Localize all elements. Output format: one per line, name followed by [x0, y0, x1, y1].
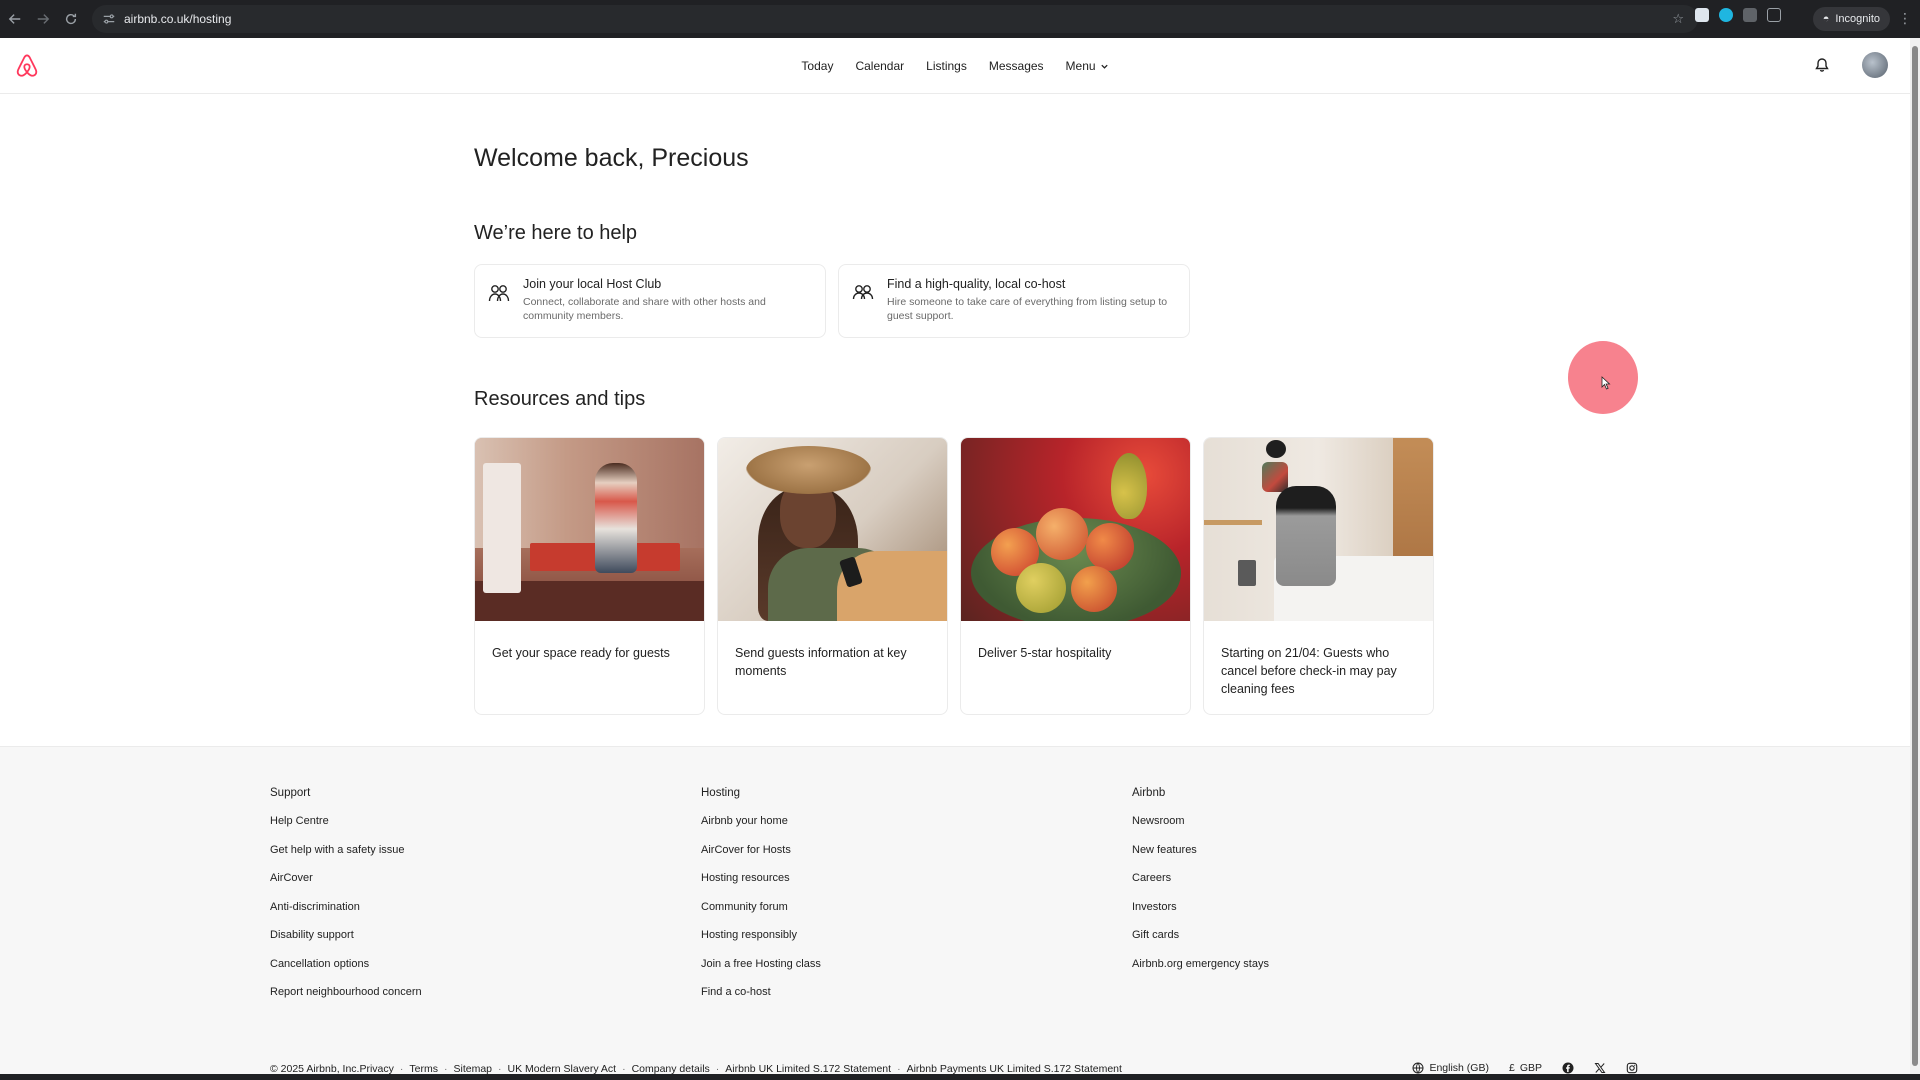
window-bottom-edge	[0, 1074, 1920, 1080]
footer-heading: Hosting	[701, 787, 740, 799]
globe-icon	[1412, 1062, 1424, 1074]
site-footer: Support Help Centre Get help with a safe…	[0, 746, 1910, 1080]
footer-link[interactable]: Find a co-host	[701, 986, 821, 1015]
resource-image-space-ready	[475, 438, 704, 621]
footer-column-airbnb: Airbnb Newsroom New features Careers Inv…	[1132, 787, 1269, 986]
footer-link[interactable]: Join a free Hosting class	[701, 958, 821, 987]
resource-image-hospitality	[961, 438, 1190, 621]
scrollbar-thumb[interactable]	[1912, 46, 1918, 1066]
top-navigation: Today Calendar Listings Messages Menu	[0, 38, 1910, 94]
footer-link[interactable]: Hosting resources	[701, 872, 821, 901]
forward-button[interactable]	[30, 6, 56, 32]
language-label: English (GB)	[1429, 1062, 1489, 1074]
resources-section-title: Resources and tips	[474, 388, 646, 410]
footer-link[interactable]: Hosting responsibly	[701, 929, 821, 958]
resource-label: Send guests information at key moments	[735, 646, 907, 678]
footer-heading: Support	[270, 787, 311, 799]
host-club-description: Connect, collaborate and share with othe…	[523, 296, 766, 322]
extension-shield-icon[interactable]	[1695, 8, 1709, 22]
resource-card-guest-info[interactable]: Send guests information at key moments	[717, 437, 948, 715]
nav-messages[interactable]: Messages	[978, 59, 1055, 73]
page-title: Welcome back, Precious	[474, 144, 749, 172]
resource-label: Deliver 5-star hospitality	[978, 646, 1112, 660]
extensions-menu-icon[interactable]	[1767, 8, 1781, 22]
site-settings-icon[interactable]	[102, 12, 116, 26]
footer-link[interactable]: Investors	[1132, 901, 1269, 930]
x-twitter-icon[interactable]	[1594, 1062, 1606, 1074]
back-button[interactable]	[2, 6, 28, 32]
co-host-title: Find a high-quality, local co-host	[887, 277, 1066, 291]
reload-icon	[65, 13, 77, 25]
address-bar[interactable]: airbnb.co.uk/hosting ☆	[92, 5, 1698, 33]
footer-link[interactable]: AirCover	[270, 872, 422, 901]
footer-link[interactable]: New features	[1132, 844, 1269, 873]
url-text[interactable]: airbnb.co.uk/hosting	[124, 12, 231, 26]
incognito-icon: ◓	[1822, 13, 1830, 25]
co-host-card[interactable]: Find a high-quality, local co-host Hire …	[838, 264, 1190, 338]
currency-label: GBP	[1519, 1062, 1542, 1074]
footer-link[interactable]: Get help with a safety issue	[270, 844, 422, 873]
footer-column-hosting: Hosting Airbnb your home AirCover for Ho…	[701, 787, 821, 1015]
people-group-icon	[488, 285, 510, 302]
incognito-label: Incognito	[1835, 13, 1880, 25]
footer-link[interactable]: Report neighbourhood concern	[270, 986, 422, 1015]
notifications-bell-icon[interactable]	[1814, 57, 1830, 73]
nav-today[interactable]: Today	[790, 59, 844, 73]
chevron-down-icon	[1100, 64, 1108, 69]
resource-card-hospitality[interactable]: Deliver 5-star hospitality	[960, 437, 1191, 715]
footer-link[interactable]: Airbnb your home	[701, 815, 821, 844]
footer-link[interactable]: Newsroom	[1132, 815, 1269, 844]
resource-image-cleaning-fees	[1204, 438, 1433, 621]
people-pair-icon	[852, 285, 874, 300]
nav-calendar[interactable]: Calendar	[844, 59, 915, 73]
language-selector[interactable]: English (GB)	[1412, 1062, 1489, 1074]
footer-link[interactable]: Community forum	[701, 901, 821, 930]
nav-menu-label: Menu	[1065, 59, 1096, 73]
footer-link[interactable]: AirCover for Hosts	[701, 844, 821, 873]
resource-image-guest-info	[718, 438, 947, 621]
host-club-card[interactable]: Join your local Host Club Connect, colla…	[474, 264, 826, 338]
extension-globe-icon[interactable]	[1719, 8, 1733, 22]
footer-link[interactable]: Cancellation options	[270, 958, 422, 987]
site-header: Today Calendar Listings Messages Menu	[0, 38, 1910, 94]
currency-symbol: £	[1508, 1062, 1515, 1074]
resource-card-space-ready[interactable]: Get your space ready for guests	[474, 437, 705, 715]
extension-puzzle-icon[interactable]	[1743, 8, 1757, 22]
host-club-title: Join your local Host Club	[523, 277, 662, 291]
cursor-highlight	[1568, 341, 1638, 414]
nav-listings[interactable]: Listings	[915, 59, 978, 73]
vertical-scrollbar[interactable]	[1910, 38, 1920, 1074]
facebook-icon[interactable]	[1562, 1062, 1574, 1074]
bookmark-star-icon[interactable]: ☆	[1672, 11, 1684, 27]
footer-column-support: Support Help Centre Get help with a safe…	[270, 787, 422, 1015]
footer-heading: Airbnb	[1132, 787, 1166, 799]
profile-avatar[interactable]	[1862, 52, 1888, 78]
reload-button[interactable]	[58, 6, 84, 32]
extensions-area	[1695, 8, 1781, 22]
help-section-title: We’re here to help	[474, 222, 638, 244]
mouse-pointer-icon	[1601, 376, 1611, 390]
resource-card-cleaning-fees[interactable]: Starting on 21/04: Guests who cancel bef…	[1203, 437, 1434, 715]
footer-link[interactable]: Careers	[1132, 872, 1269, 901]
browser-toolbar: airbnb.co.uk/hosting ☆ ◓ Incognito ⋮	[0, 0, 1920, 38]
footer-link[interactable]: Anti-discrimination	[270, 901, 422, 930]
footer-link[interactable]: Gift cards	[1132, 929, 1269, 958]
incognito-badge[interactable]: ◓ Incognito	[1812, 7, 1890, 31]
resource-label: Starting on 21/04: Guests who cancel bef…	[1221, 646, 1397, 696]
footer-link[interactable]: Airbnb.org emergency stays	[1132, 958, 1269, 987]
footer-link[interactable]: Help Centre	[270, 815, 422, 844]
resource-label: Get your space ready for guests	[492, 646, 670, 660]
arrow-left-icon	[8, 14, 21, 24]
arrow-right-icon	[37, 14, 50, 24]
footer-locale-social: English (GB) £ GBP	[1412, 1062, 1638, 1074]
currency-selector[interactable]: £ GBP	[1509, 1062, 1542, 1074]
footer-link[interactable]: Disability support	[270, 929, 422, 958]
instagram-icon[interactable]	[1626, 1062, 1638, 1074]
nav-menu[interactable]: Menu	[1055, 59, 1120, 73]
co-host-description: Hire someone to take care of everything …	[887, 296, 1168, 322]
browser-menu-icon[interactable]: ⋮	[1898, 11, 1912, 25]
